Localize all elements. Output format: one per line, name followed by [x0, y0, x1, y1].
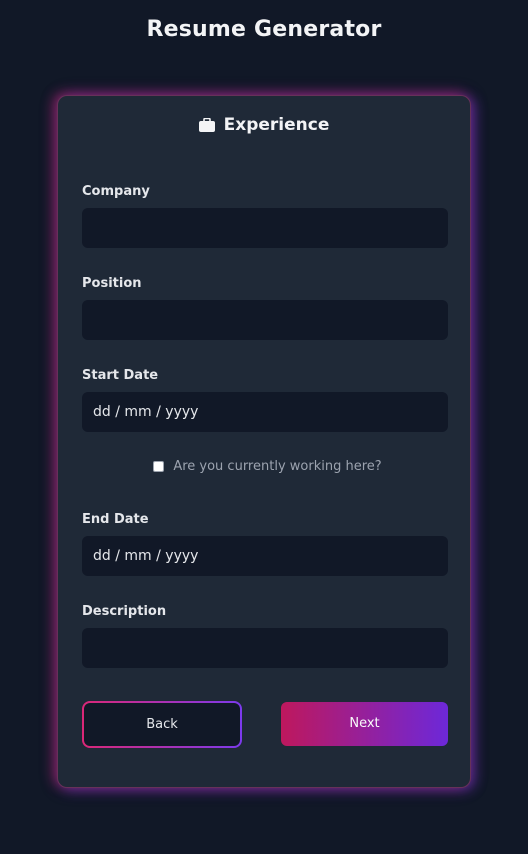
back-button[interactable]: Back [82, 701, 242, 748]
position-input[interactable] [82, 300, 448, 340]
next-button[interactable]: Next [281, 702, 448, 746]
description-label: Description [82, 604, 167, 619]
currently-working-row: Are you currently working here? [58, 459, 470, 474]
description-input[interactable] [82, 628, 448, 668]
start-date-input[interactable]: dd / mm / yyyy [82, 392, 448, 432]
section-title: Experience [223, 115, 330, 135]
end-date-label: End Date [82, 512, 149, 527]
position-label: Position [82, 276, 142, 291]
card-header: Experience [58, 115, 470, 135]
briefcase-icon [198, 118, 215, 132]
company-label: Company [82, 184, 150, 199]
start-date-label: Start Date [82, 368, 159, 383]
page-title: Resume Generator [146, 17, 382, 42]
company-input[interactable] [82, 208, 448, 248]
experience-card: Experience Company Position Start Date d… [57, 95, 471, 788]
end-date-input[interactable]: dd / mm / yyyy [82, 536, 448, 576]
currently-working-checkbox[interactable] [153, 461, 165, 472]
currently-working-label[interactable]: Are you currently working here? [173, 459, 381, 474]
